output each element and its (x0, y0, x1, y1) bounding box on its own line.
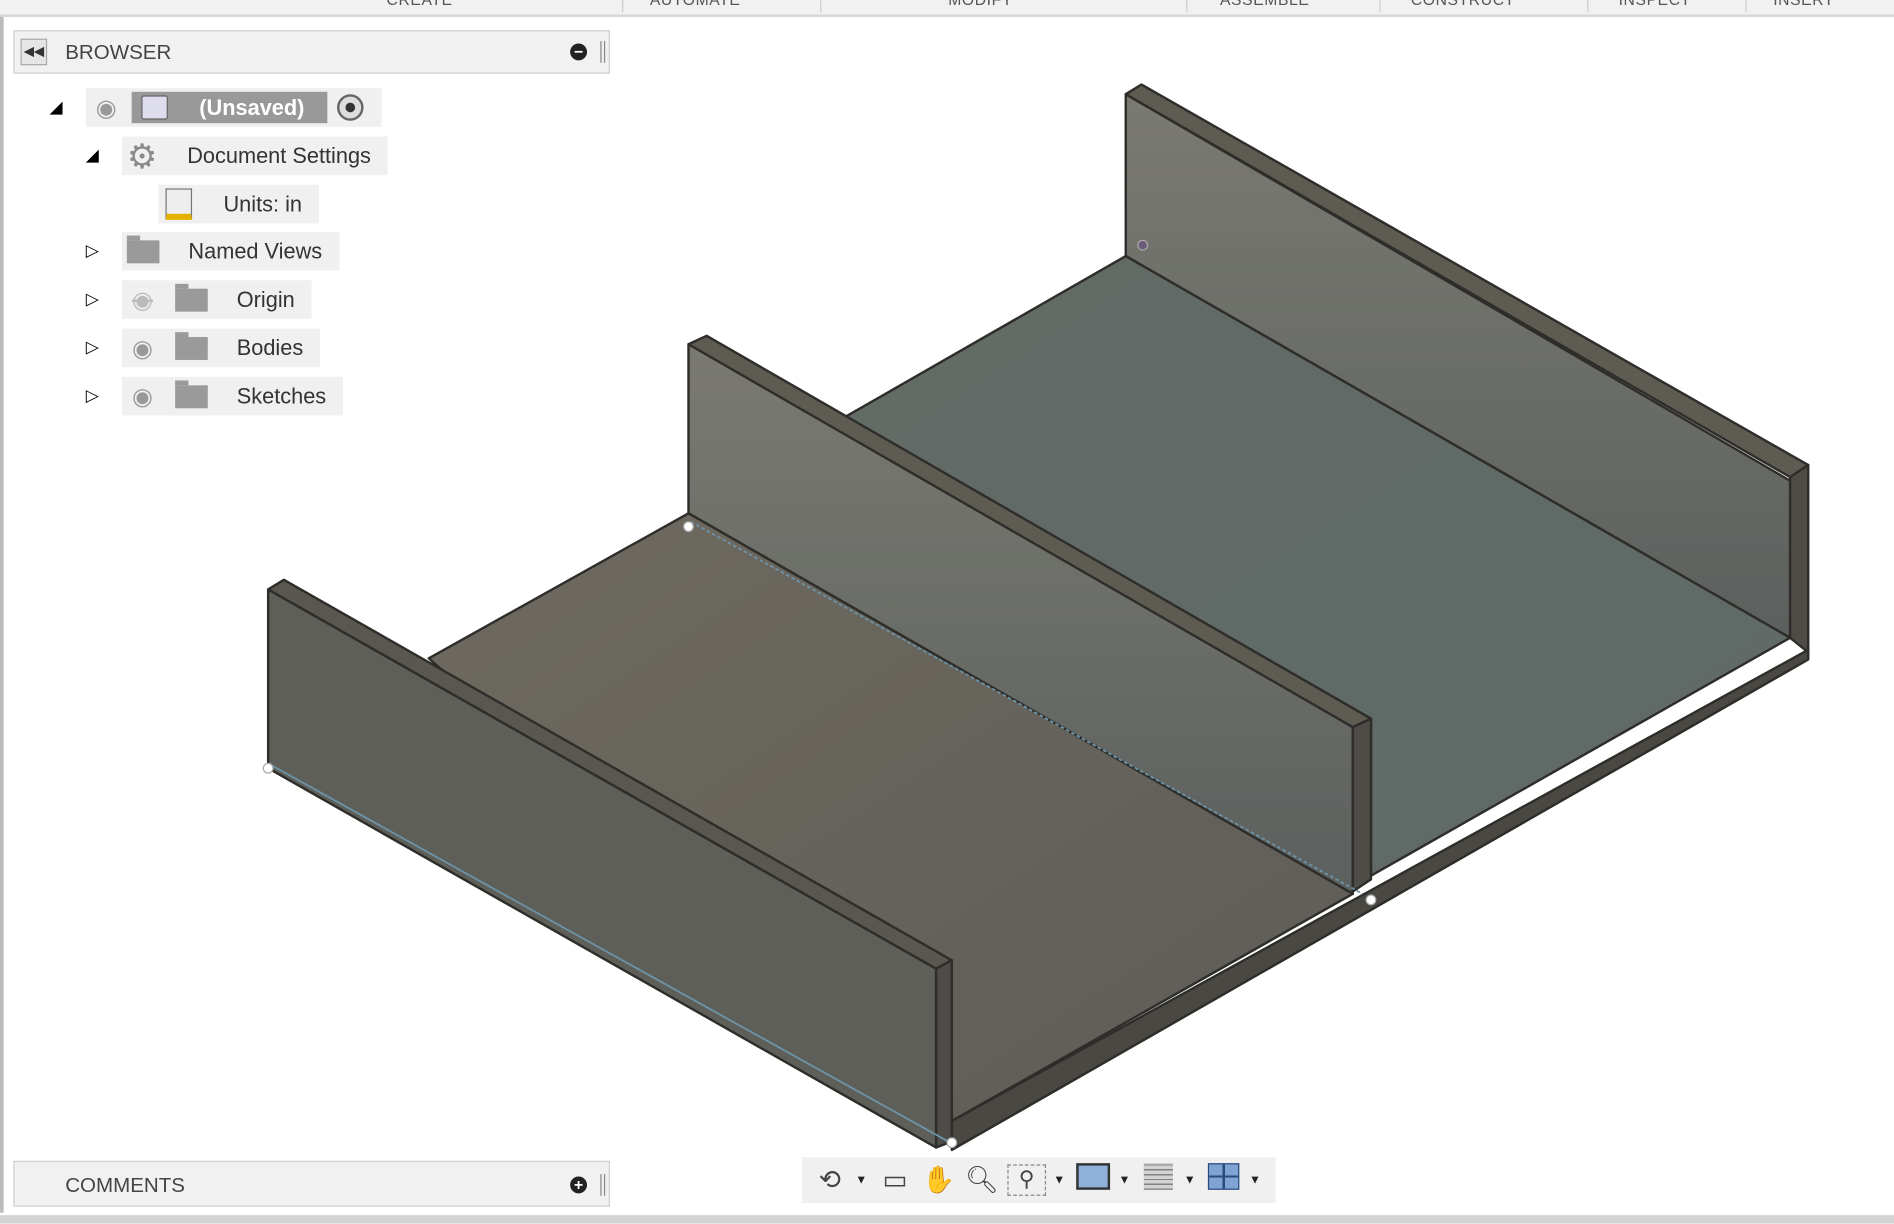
eye-icon[interactable]: ◉ (91, 92, 122, 122)
expand-triangle-icon[interactable]: ▷ (86, 289, 99, 310)
chevron-down-icon[interactable]: ▼ (855, 1173, 869, 1186)
front-wall-end (934, 959, 954, 1149)
folder-icon (126, 234, 160, 263)
plus-icon[interactable]: + (570, 1176, 588, 1194)
eye-hidden-icon[interactable]: ◉ (127, 284, 158, 314)
panel-grip-handle[interactable] (600, 1174, 606, 1196)
panel-grip-handle[interactable] (600, 41, 606, 63)
sketch-point (683, 521, 694, 533)
comments-title: COMMENTS (65, 1174, 186, 1198)
expand-triangle-icon[interactable]: ◢ (50, 97, 63, 118)
browser-item-origin[interactable]: ◉ Origin (121, 280, 312, 319)
orbit-icon[interactable]: ⟲ (812, 1164, 848, 1195)
item-label: Bodies (236, 335, 304, 360)
folder-icon (175, 379, 208, 408)
gear-icon: ⚙ (126, 137, 158, 175)
chevron-down-icon[interactable]: ▼ (1119, 1173, 1133, 1186)
viewport-3d-model[interactable] (0, 0, 1894, 1224)
sketch-point (1137, 239, 1149, 251)
expand-triangle-icon[interactable]: ▷ (86, 337, 99, 358)
browser-item-units[interactable]: Units: in (158, 184, 319, 224)
browser-root-node[interactable]: ◉ (Unsaved) (85, 88, 382, 127)
item-label: Sketches (236, 383, 327, 408)
grid-icon[interactable] (1140, 1163, 1176, 1197)
status-bar (0, 1215, 1894, 1224)
browser-item-bodies[interactable]: ◉ Bodies (121, 328, 321, 368)
folder-icon (175, 331, 208, 360)
middle-wall-end (1351, 717, 1373, 893)
eye-icon[interactable]: ◉ (127, 381, 158, 411)
browser-title: BROWSER (65, 41, 172, 65)
units-document-icon (165, 188, 193, 220)
item-label: Document Settings (187, 143, 371, 168)
folder-icon (175, 283, 208, 312)
item-label: Named Views (188, 238, 323, 263)
display-settings-icon[interactable] (1075, 1163, 1111, 1197)
chevron-down-icon[interactable]: ▼ (1053, 1173, 1067, 1186)
minus-icon[interactable]: − (570, 43, 588, 61)
pan-icon[interactable]: ✋ (920, 1164, 956, 1195)
viewports-icon[interactable] (1205, 1163, 1241, 1197)
expand-triangle-icon[interactable]: ▷ (86, 385, 99, 406)
browser-item-sketches[interactable]: ◉ Sketches (121, 376, 344, 416)
sketch-point (946, 1137, 958, 1149)
browser-panel-header: ◀◀ BROWSER − (13, 30, 610, 74)
browser-item-named-views[interactable]: Named Views (121, 231, 340, 271)
item-label: Origin (236, 286, 295, 312)
chevron-down-icon[interactable]: ▼ (1184, 1173, 1198, 1186)
eye-icon[interactable]: ◉ (127, 333, 158, 363)
expand-triangle-icon[interactable]: ◢ (86, 145, 99, 166)
navigation-bar: ⟲ ▼ ▭ ✋ 🔍︎ ⚲ ▼ ▼ ▼ ▼ (802, 1157, 1276, 1204)
chevron-down-icon[interactable]: ▼ (1249, 1173, 1263, 1186)
item-label: Units: in (223, 191, 303, 216)
component-icon (141, 95, 168, 120)
sketch-point (1365, 894, 1377, 906)
expand-triangle-icon[interactable]: ▷ (86, 240, 99, 261)
root-label: (Unsaved) (199, 94, 305, 119)
back-wall-end (1788, 463, 1810, 654)
root-label-highlight: (Unsaved) (131, 91, 328, 124)
zoom-window-icon[interactable]: ⚲ (1007, 1164, 1047, 1196)
sketch-point (262, 762, 274, 774)
browser-item-document-settings[interactable]: ⚙ Document Settings (121, 136, 388, 176)
activate-radio[interactable] (337, 94, 364, 121)
look-at-icon[interactable]: ▭ (877, 1164, 913, 1195)
comments-panel-header: COMMENTS + (13, 1160, 610, 1207)
zoom-icon[interactable]: 🔍︎ (964, 1164, 1000, 1195)
collapse-browser-button[interactable]: ◀◀ (20, 38, 48, 66)
